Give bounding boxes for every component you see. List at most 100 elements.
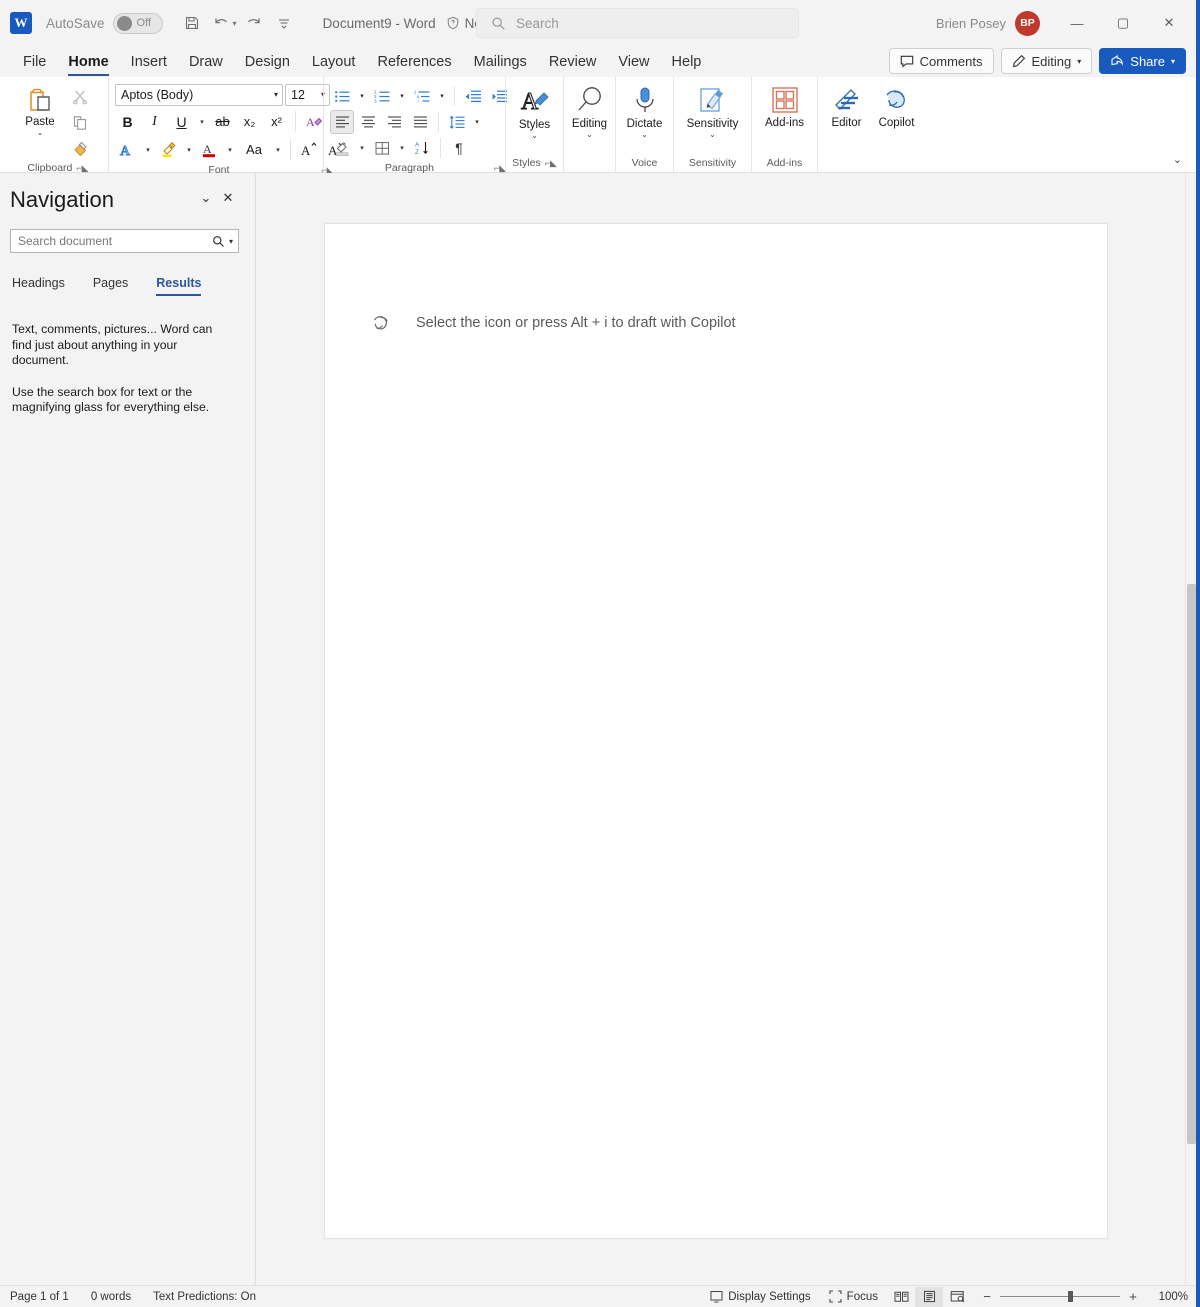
chevron-down-icon[interactable]: ⌄	[586, 131, 593, 139]
line-spacing-icon[interactable]	[445, 110, 469, 134]
numbering-dropdown-icon[interactable]: ▾	[396, 92, 408, 100]
tab-draw[interactable]: Draw	[178, 52, 234, 72]
document-canvas[interactable]: Select the icon or press Alt + i to draf…	[256, 173, 1196, 1285]
zoom-out-button[interactable]: −	[981, 1289, 993, 1304]
sensitivity-button[interactable]: Sensitivity ⌄	[682, 81, 744, 139]
nav-tab-pages[interactable]: Pages	[93, 276, 128, 296]
tab-layout[interactable]: Layout	[301, 52, 367, 72]
web-layout-icon[interactable]	[943, 1287, 971, 1307]
font-color-dropdown-icon[interactable]: ▾	[224, 146, 236, 154]
focus-button[interactable]: Focus	[820, 1287, 887, 1307]
display-settings-button[interactable]: Display Settings	[701, 1287, 819, 1307]
copilot-button[interactable]: Copilot	[874, 81, 920, 129]
customize-quick-access-toolbar-icon[interactable]	[269, 8, 299, 38]
bold-button[interactable]: B	[115, 109, 140, 134]
tab-mailings[interactable]: Mailings	[463, 52, 538, 72]
tab-help[interactable]: Help	[661, 52, 713, 72]
numbering-icon[interactable]: 1 2 3	[370, 84, 394, 108]
tab-design[interactable]: Design	[234, 52, 301, 72]
subscript-button[interactable]: x₂	[237, 109, 262, 134]
multilevel-list-icon[interactable]: 1 a i	[410, 84, 434, 108]
styles-button[interactable]: A Styles ⌄	[512, 81, 558, 140]
text-effects-icon[interactable]: A	[115, 137, 140, 162]
shading-icon[interactable]	[330, 136, 354, 160]
undo-dropdown-icon[interactable]: ▾	[233, 19, 237, 28]
italic-button[interactable]: I	[142, 109, 167, 134]
page-info[interactable]: Page 1 of 1	[10, 1291, 69, 1303]
copy-icon[interactable]	[68, 111, 92, 134]
save-icon[interactable]	[177, 8, 207, 38]
chevron-down-icon[interactable]: ⌄	[195, 187, 217, 209]
close-button[interactable]: ✕	[1146, 0, 1192, 46]
print-layout-icon[interactable]	[915, 1286, 943, 1307]
navigation-search-input[interactable]: Search document ▾	[10, 229, 239, 253]
text-highlight-color-icon[interactable]	[156, 137, 181, 162]
tab-view[interactable]: View	[607, 52, 660, 72]
addins-button[interactable]: Add-ins	[760, 81, 809, 129]
close-icon[interactable]: ✕	[217, 187, 239, 209]
editor-button[interactable]: Editor	[824, 81, 870, 129]
text-predictions-status[interactable]: Text Predictions: On	[153, 1291, 256, 1303]
tab-file[interactable]: File	[12, 52, 57, 72]
bullets-dropdown-icon[interactable]: ▾	[356, 92, 368, 100]
zoom-slider[interactable]	[1000, 1291, 1120, 1302]
dictate-button[interactable]: Dictate ⌄	[622, 81, 668, 139]
copilot-draft-icon[interactable]	[371, 312, 394, 334]
chevron-down-icon[interactable]: ⌄	[531, 132, 538, 140]
strikethrough-button[interactable]: ab	[210, 109, 235, 134]
align-right-icon[interactable]	[382, 110, 406, 134]
text-effects-dropdown-icon[interactable]: ▾	[142, 146, 154, 154]
chevron-down-icon[interactable]: ⌄	[709, 131, 716, 139]
cut-icon[interactable]	[68, 85, 92, 108]
minimize-button[interactable]: —	[1054, 0, 1100, 46]
decrease-indent-icon[interactable]	[461, 84, 485, 108]
nav-tab-results[interactable]: Results	[156, 276, 202, 296]
borders-dropdown-icon[interactable]: ▾	[396, 144, 408, 152]
tab-insert[interactable]: Insert	[120, 52, 178, 72]
document-page[interactable]: Select the icon or press Alt + i to draf…	[324, 223, 1108, 1239]
underline-dropdown-icon[interactable]: ▾	[196, 118, 208, 126]
word-count[interactable]: 0 words	[91, 1291, 131, 1303]
tab-references[interactable]: References	[366, 52, 462, 72]
underline-button[interactable]: U	[169, 109, 194, 134]
copilot-draft-prompt[interactable]: Select the icon or press Alt + i to draf…	[371, 312, 736, 334]
shading-dropdown-icon[interactable]: ▾	[356, 144, 368, 152]
styles-dialog-launcher-icon[interactable]: ⌐◣	[545, 155, 557, 172]
avatar[interactable]: BP	[1015, 10, 1040, 36]
nav-tab-headings[interactable]: Headings	[12, 276, 65, 296]
align-center-icon[interactable]	[356, 110, 380, 134]
tab-review[interactable]: Review	[538, 52, 608, 72]
zoom-slider-thumb[interactable]	[1068, 1291, 1073, 1302]
format-painter-icon[interactable]	[68, 137, 92, 160]
multilevel-dropdown-icon[interactable]: ▾	[436, 92, 448, 100]
chevron-down-icon[interactable]: ⌄	[37, 129, 44, 137]
highlight-dropdown-icon[interactable]: ▾	[183, 146, 195, 154]
bullets-icon[interactable]	[330, 84, 354, 108]
font-color-icon[interactable]: A	[197, 137, 222, 162]
read-mode-icon[interactable]	[887, 1287, 915, 1307]
borders-icon[interactable]	[370, 136, 394, 160]
sort-icon[interactable]: A Z	[410, 136, 434, 160]
line-spacing-dropdown-icon[interactable]: ▾	[471, 118, 483, 126]
comments-button[interactable]: Comments	[888, 48, 994, 74]
tab-home[interactable]: Home	[57, 52, 119, 76]
search-input[interactable]: Search	[476, 8, 799, 38]
share-button[interactable]: Share ▾	[1099, 48, 1186, 74]
change-case-button[interactable]: Aa	[238, 137, 270, 162]
zoom-level[interactable]: 100%	[1152, 1291, 1188, 1303]
chevron-down-icon[interactable]: ⌄	[641, 131, 648, 139]
maximize-button[interactable]: ▢	[1100, 0, 1146, 46]
grow-font-icon[interactable]: A	[297, 137, 322, 162]
change-case-dropdown-icon[interactable]: ▾	[272, 146, 284, 154]
paste-button[interactable]: Paste ⌄	[14, 83, 66, 137]
autosave-toggle[interactable]: Off	[112, 12, 163, 34]
collapse-ribbon-icon[interactable]: ⌄	[1173, 153, 1182, 166]
font-name-combobox[interactable]: Aptos (Body) ▾	[115, 84, 283, 106]
vertical-scrollbar[interactable]	[1185, 173, 1196, 1285]
chevron-down-icon[interactable]: ▾	[229, 237, 233, 246]
scrollbar-thumb[interactable]	[1187, 584, 1196, 1144]
align-left-icon[interactable]	[330, 110, 354, 134]
editing-find-button[interactable]: Editing ⌄	[567, 81, 613, 139]
redo-icon[interactable]	[239, 8, 269, 38]
zoom-in-button[interactable]: +	[1127, 1289, 1139, 1304]
